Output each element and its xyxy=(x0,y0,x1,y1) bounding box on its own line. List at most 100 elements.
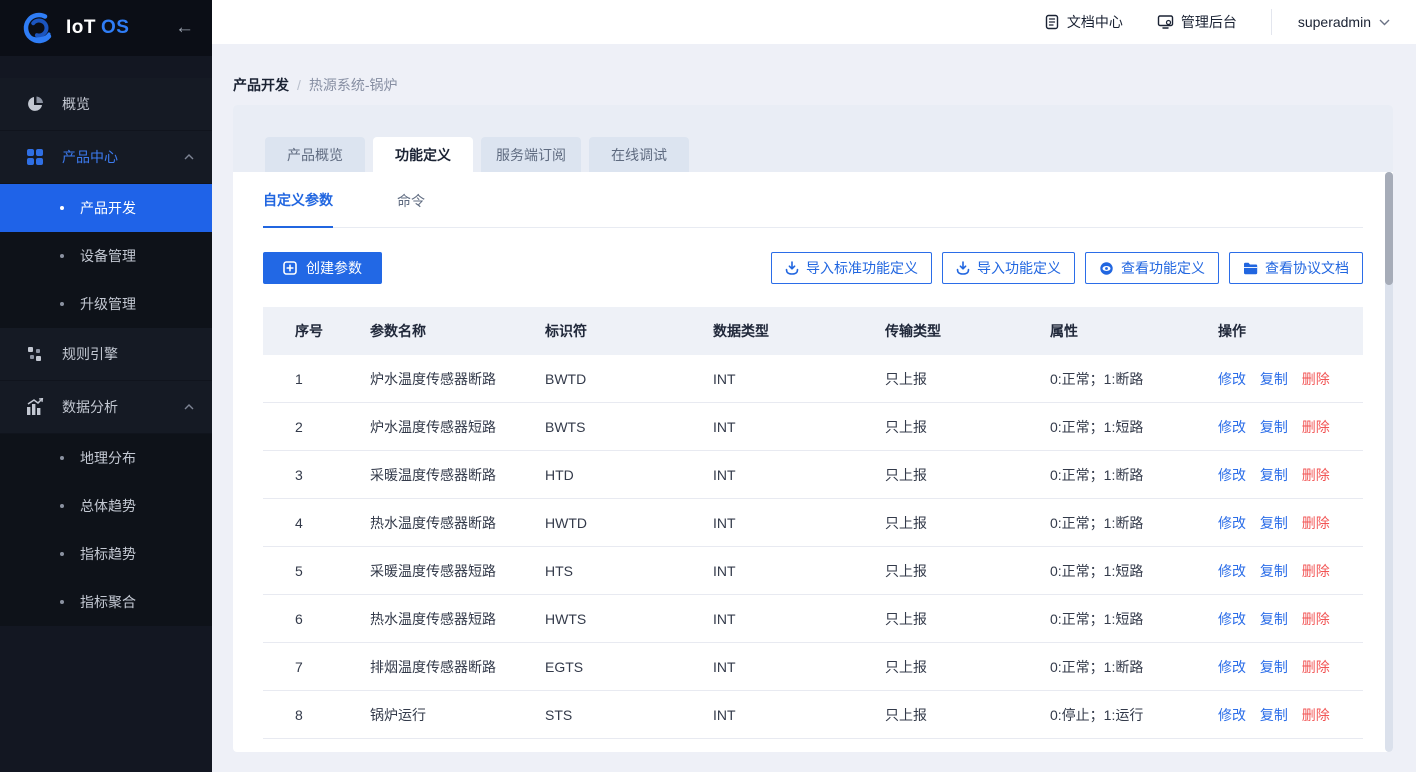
sidebar-item-metric-aggregation[interactable]: 指标聚合 xyxy=(0,578,212,626)
cell-actions: 修改 复制 删除 xyxy=(1192,465,1356,485)
delete-link[interactable]: 删除 xyxy=(1302,563,1330,579)
cell-index: 5 xyxy=(263,563,343,579)
table-body: 1 炉水温度传感器断路 BWTD INT 只上报 0:正常；1:断路 修改 复制… xyxy=(263,355,1363,739)
user-menu[interactable]: superadmin xyxy=(1298,14,1390,30)
cell-identifier: EGTS xyxy=(521,659,689,675)
copy-link[interactable]: 复制 xyxy=(1260,659,1288,675)
doc-center-link[interactable]: 文档中心 xyxy=(1044,12,1123,32)
grid-icon xyxy=(26,148,44,166)
cell-transfer-type: 只上报 xyxy=(859,465,1027,485)
copy-link[interactable]: 复制 xyxy=(1260,467,1288,483)
copy-link[interactable]: 复制 xyxy=(1260,707,1288,723)
copy-link[interactable]: 复制 xyxy=(1260,515,1288,531)
cell-transfer-type: 只上报 xyxy=(859,609,1027,629)
import-definition-button[interactable]: 导入功能定义 xyxy=(942,252,1075,284)
cell-transfer-type: 只上报 xyxy=(859,513,1027,533)
sidebar-item-rule-engine[interactable]: 规则引擎 xyxy=(0,328,212,381)
subtab-bar: 自定义参数 命令 xyxy=(263,172,1363,228)
edit-link[interactable]: 修改 xyxy=(1218,467,1246,483)
cell-transfer-type: 只上报 xyxy=(859,369,1027,389)
sidebar-item-data-analysis[interactable]: 数据分析 xyxy=(0,381,212,434)
subtab-custom-parameters[interactable]: 自定义参数 xyxy=(263,172,333,228)
sidebar-item-product-center[interactable]: 产品中心 xyxy=(0,131,212,184)
col-identifier: 标识符 xyxy=(521,321,689,341)
copy-link[interactable]: 复制 xyxy=(1260,419,1288,435)
cell-param-name: 热水温度传感器短路 xyxy=(343,609,521,629)
vertical-scrollbar-thumb[interactable] xyxy=(1385,172,1393,285)
sidebar-collapse-icon[interactable]: ← xyxy=(175,17,194,39)
edit-link[interactable]: 修改 xyxy=(1218,419,1246,435)
edit-link[interactable]: 修改 xyxy=(1218,563,1246,579)
toolbar-right: 导入标准功能定义 导入功能定义 查看功能定义 查看协议文档 xyxy=(771,252,1363,284)
create-parameter-button[interactable]: 创建参数 xyxy=(263,252,382,284)
import-standard-definition-button[interactable]: 导入标准功能定义 xyxy=(771,252,932,284)
product-center-submenu: 产品开发 设备管理 升级管理 xyxy=(0,184,212,328)
cell-actions: 修改 复制 删除 xyxy=(1192,705,1356,725)
cell-actions: 修改 复制 删除 xyxy=(1192,609,1356,629)
delete-link[interactable]: 删除 xyxy=(1302,659,1330,675)
cell-attribute: 0:停止；1:运行 xyxy=(1027,705,1192,725)
table-row: 6 热水温度传感器短路 HWTS INT 只上报 0:正常；1:短路 修改 复制… xyxy=(263,595,1363,643)
logo-swirl-icon xyxy=(20,9,58,47)
cell-index: 1 xyxy=(263,371,343,387)
copy-link[interactable]: 复制 xyxy=(1260,563,1288,579)
sidebar-item-device-management[interactable]: 设备管理 xyxy=(0,232,212,280)
delete-link[interactable]: 删除 xyxy=(1302,467,1330,483)
tab-product-overview[interactable]: 产品概览 xyxy=(265,137,365,172)
delete-link[interactable]: 删除 xyxy=(1302,419,1330,435)
edit-link[interactable]: 修改 xyxy=(1218,611,1246,627)
import-standard-definition-label: 导入标准功能定义 xyxy=(806,258,918,278)
cell-actions: 修改 复制 删除 xyxy=(1192,657,1356,677)
chevron-down-icon xyxy=(1379,19,1390,26)
tab-server-subscription[interactable]: 服务端订阅 xyxy=(481,137,581,172)
col-transfer-type: 传输类型 xyxy=(859,321,1027,341)
cell-data-type: INT xyxy=(689,659,859,675)
sidebar-item-product-development[interactable]: 产品开发 xyxy=(0,184,212,232)
vertical-scrollbar-track[interactable] xyxy=(1385,172,1393,752)
sidebar-item-metric-trend[interactable]: 指标趋势 xyxy=(0,530,212,578)
sidebar-item-label: 数据分析 xyxy=(62,397,118,417)
tab-function-definition[interactable]: 功能定义 xyxy=(373,137,473,172)
sidebar-item-geographic-distribution[interactable]: 地理分布 xyxy=(0,434,212,482)
col-data-type: 数据类型 xyxy=(689,321,859,341)
view-definition-button[interactable]: 查看功能定义 xyxy=(1085,252,1219,284)
copy-link[interactable]: 复制 xyxy=(1260,611,1288,627)
logo-part1: IoT xyxy=(66,17,96,38)
admin-console-link[interactable]: 管理后台 xyxy=(1157,12,1237,32)
plus-square-icon xyxy=(283,261,297,275)
sidebar-item-overall-trend[interactable]: 总体趋势 xyxy=(0,482,212,530)
cell-transfer-type: 只上报 xyxy=(859,657,1027,677)
breadcrumb-page: 热源系统-锅炉 xyxy=(309,75,398,95)
card-body: 自定义参数 命令 创建参数 导入标准功能定义 xyxy=(233,172,1393,739)
sidebar-item-label: 升级管理 xyxy=(80,294,136,314)
edit-link[interactable]: 修改 xyxy=(1218,515,1246,531)
cell-data-type: INT xyxy=(689,707,859,723)
delete-link[interactable]: 删除 xyxy=(1302,371,1330,387)
edit-link[interactable]: 修改 xyxy=(1218,371,1246,387)
view-protocol-doc-button[interactable]: 查看协议文档 xyxy=(1229,252,1363,284)
edit-link[interactable]: 修改 xyxy=(1218,707,1246,723)
sidebar-item-upgrade-management[interactable]: 升级管理 xyxy=(0,280,212,328)
parameters-table: 序号 参数名称 标识符 数据类型 传输类型 属性 操作 1 炉水温度传感器断路 … xyxy=(263,307,1363,739)
tab-online-debug[interactable]: 在线调试 xyxy=(589,137,689,172)
subtab-commands[interactable]: 命令 xyxy=(397,173,425,227)
toolbar: 创建参数 导入标准功能定义 导入功能定义 查看功能定 xyxy=(263,252,1363,284)
pie-chart-icon xyxy=(26,95,44,113)
delete-link[interactable]: 删除 xyxy=(1302,515,1330,531)
copy-link[interactable]: 复制 xyxy=(1260,371,1288,387)
cell-index: 3 xyxy=(263,467,343,483)
sidebar-item-overview[interactable]: 概览 xyxy=(0,78,212,131)
delete-link[interactable]: 删除 xyxy=(1302,707,1330,723)
breadcrumb-section[interactable]: 产品开发 xyxy=(233,75,289,95)
import-definition-label: 导入功能定义 xyxy=(977,258,1061,278)
username: superadmin xyxy=(1298,14,1371,30)
edit-link[interactable]: 修改 xyxy=(1218,659,1246,675)
bar-chart-icon xyxy=(26,398,44,416)
cell-index: 8 xyxy=(263,707,343,723)
document-icon xyxy=(1044,14,1060,30)
sidebar-item-label: 地理分布 xyxy=(80,448,136,468)
logo-bar: IoTOS ← xyxy=(0,0,212,56)
sidebar-item-label: 规则引擎 xyxy=(62,344,118,364)
delete-link[interactable]: 删除 xyxy=(1302,611,1330,627)
cell-param-name: 排烟温度传感器断路 xyxy=(343,657,521,677)
